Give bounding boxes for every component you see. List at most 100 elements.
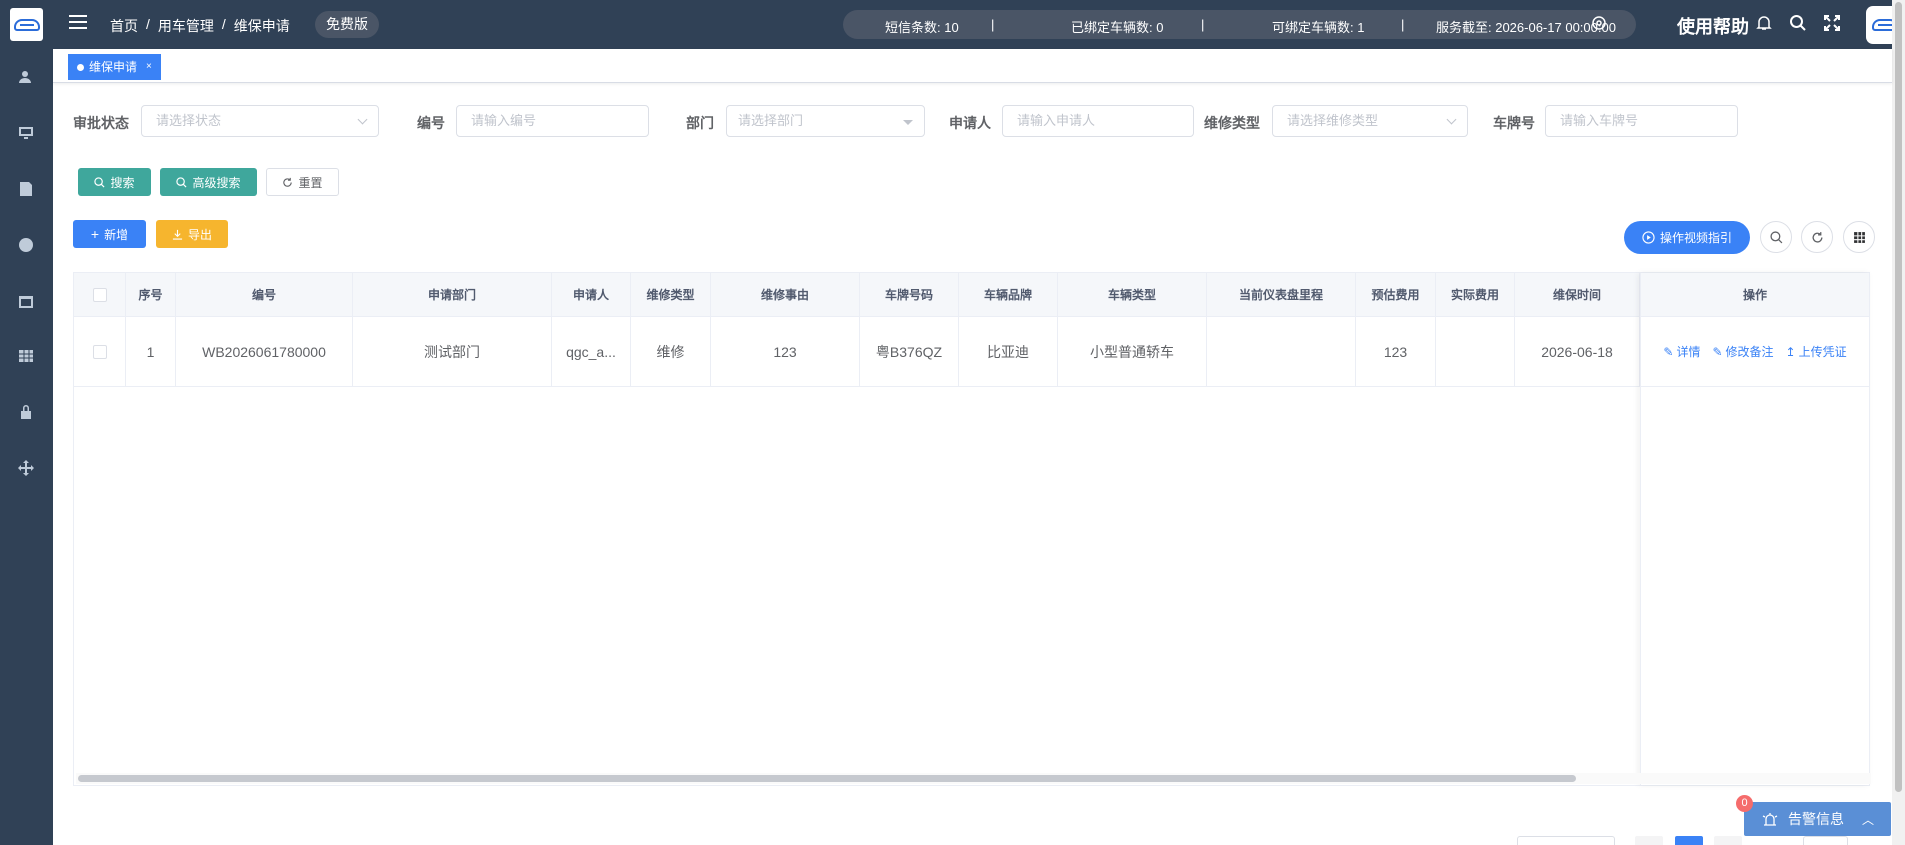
monitor-icon[interactable] [16, 123, 36, 143]
plate-placeholder: 请输入车牌号 [1560, 113, 1639, 128]
repair-type-placeholder: 请选择维修类型 [1287, 113, 1379, 128]
column-header[interactable]: 实际费用 [1436, 273, 1515, 316]
tab-maintenance-apply[interactable]: 维保申请 × [68, 54, 161, 80]
columns-button[interactable] [1843, 221, 1875, 253]
cell-operations: ✎ 详情 ✎ 修改备注 ↥ 上传凭证 [1640, 317, 1870, 386]
globe-icon[interactable] [16, 235, 36, 255]
plate-label: 车牌号 [1493, 115, 1535, 131]
cell-code: WB2026061780000 [176, 317, 353, 386]
cell-actual-cost [1436, 317, 1515, 386]
cell-vehicle-type: 小型普通轿车 [1058, 317, 1207, 386]
detail-link[interactable]: ✎ 详情 [1663, 343, 1700, 360]
applicant-label: 申请人 [949, 115, 991, 131]
search-button-label: 搜索 [110, 175, 135, 190]
approval-status-placeholder: 请选择状态 [156, 113, 222, 128]
code-input[interactable]: 请输入编号 [456, 105, 649, 137]
add-button[interactable]: + 新增 [73, 220, 146, 248]
lock-icon[interactable] [16, 402, 36, 422]
top-navbar: 首页 / 用车管理 / 维保申请 免费版 短信条数: 10 | 已绑定车辆数: … [53, 0, 1904, 49]
add-button-label: 新增 [104, 227, 129, 242]
edit-remark-label: 修改备注 [1725, 345, 1774, 359]
advanced-search-button[interactable]: 高级搜索 [160, 168, 257, 196]
fullscreen-icon[interactable] [1823, 14, 1843, 34]
column-header[interactable]: 维修类型 [631, 273, 711, 316]
help-link[interactable]: 使用帮助 [1677, 13, 1749, 39]
column-header[interactable]: 序号 [126, 273, 176, 316]
menu-toggle-icon[interactable] [69, 15, 87, 33]
close-icon[interactable]: × [146, 54, 152, 80]
column-header[interactable]: 编号 [176, 273, 353, 316]
page-size-select[interactable] [1517, 836, 1615, 845]
repair-type-select[interactable]: 请选择维修类型 [1272, 105, 1468, 137]
maintenance-table: 序号 编号 申请部门 申请人 维修类型 维修事由 车牌号码 车辆品牌 车辆类型 … [73, 272, 1871, 786]
search-icon [1769, 230, 1782, 243]
breadcrumb-home[interactable]: 首页 [110, 16, 138, 36]
table-horizontal-scrollbar[interactable] [76, 773, 1871, 784]
info-divider: | [1201, 17, 1205, 32]
department-label: 部门 [686, 115, 714, 131]
info-divider: | [1401, 17, 1405, 32]
jump-page-input[interactable] [1803, 836, 1848, 845]
active-dot-icon [77, 63, 84, 71]
column-header[interactable]: 申请人 [552, 273, 631, 316]
column-header[interactable]: 申请部门 [353, 273, 552, 316]
detail-link-label: 详情 [1676, 345, 1701, 359]
applicant-input[interactable]: 请输入申请人 [1002, 105, 1194, 137]
breadcrumb-vehicle-mgmt[interactable]: 用车管理 [158, 16, 214, 36]
refresh-icon [283, 177, 293, 187]
video-guide-label: 操作视频指引 [1659, 231, 1732, 245]
next-page-button[interactable] [1714, 836, 1742, 845]
tab-label: 维保申请 [89, 60, 138, 74]
table-icon[interactable] [16, 346, 36, 366]
user-icon[interactable] [16, 67, 36, 87]
column-header[interactable]: 车牌号码 [860, 273, 959, 316]
video-guide-button[interactable]: 操作视频指引 [1624, 221, 1750, 254]
edit-icon: ✎ [1712, 344, 1723, 359]
department-select[interactable]: 请选择部门 [726, 105, 925, 137]
breadcrumb-separator: / [146, 16, 150, 32]
refresh-button[interactable] [1801, 221, 1833, 253]
settings-icon[interactable] [1590, 14, 1610, 34]
breadcrumb-current: 维保申请 [233, 18, 290, 34]
select-all-checkbox[interactable] [74, 273, 126, 316]
grid-icon [1853, 231, 1865, 243]
search-button[interactable]: 搜索 [78, 168, 151, 196]
repair-type-label: 维修类型 [1204, 115, 1260, 131]
chevron-down-icon [357, 114, 368, 125]
bound-vehicles: 已绑定车辆数: 0 [1071, 20, 1164, 35]
column-header[interactable]: 车辆类型 [1058, 273, 1207, 316]
cell-date: 2026-06-18 [1515, 317, 1640, 386]
bell-icon[interactable] [1755, 14, 1775, 34]
column-header[interactable]: 预估费用 [1356, 273, 1436, 316]
app-logo[interactable] [10, 8, 43, 41]
breadcrumb: 首页 / 用车管理 / 维保申请 [110, 16, 290, 36]
approval-status-select[interactable]: 请选择状态 [141, 105, 379, 137]
refresh-icon [1812, 231, 1822, 243]
page-number-button[interactable] [1675, 836, 1703, 845]
cell-index: 1 [126, 317, 176, 386]
sidebar [0, 0, 53, 845]
toggle-search-button[interactable] [1760, 221, 1792, 253]
alarm-panel-toggle[interactable]: 告警信息 ︿ [1744, 802, 1891, 836]
prev-page-button[interactable] [1635, 836, 1663, 845]
chevron-down-icon [1446, 114, 1457, 125]
row-checkbox[interactable] [74, 317, 126, 386]
move-icon[interactable] [16, 458, 36, 478]
chevron-up-icon: ︿ [1862, 812, 1875, 827]
search-icon[interactable] [1789, 14, 1809, 34]
column-header[interactable]: 维修事由 [711, 273, 860, 316]
advanced-search-label: 高级搜索 [192, 175, 241, 190]
alarm-label: 告警信息 [1788, 811, 1844, 827]
plate-input[interactable]: 请输入车牌号 [1545, 105, 1738, 137]
table-row[interactable]: 1 WB2026061780000 测试部门 qgc_a... 维修 123 粤… [74, 317, 1869, 387]
export-button[interactable]: 导出 [156, 220, 228, 248]
calendar-icon[interactable] [16, 291, 36, 311]
column-header[interactable]: 当前仪表盘里程 [1207, 273, 1356, 316]
column-header[interactable]: 车辆品牌 [959, 273, 1058, 316]
column-header[interactable]: 维保时间 [1515, 273, 1640, 316]
document-icon[interactable] [16, 179, 36, 199]
reset-button[interactable]: 重置 [266, 168, 339, 196]
upload-voucher-link[interactable]: ↥ 上传凭证 [1786, 343, 1847, 360]
page-scrollbar[interactable] [1892, 0, 1905, 845]
edit-remark-link[interactable]: ✎ 修改备注 [1712, 343, 1773, 360]
